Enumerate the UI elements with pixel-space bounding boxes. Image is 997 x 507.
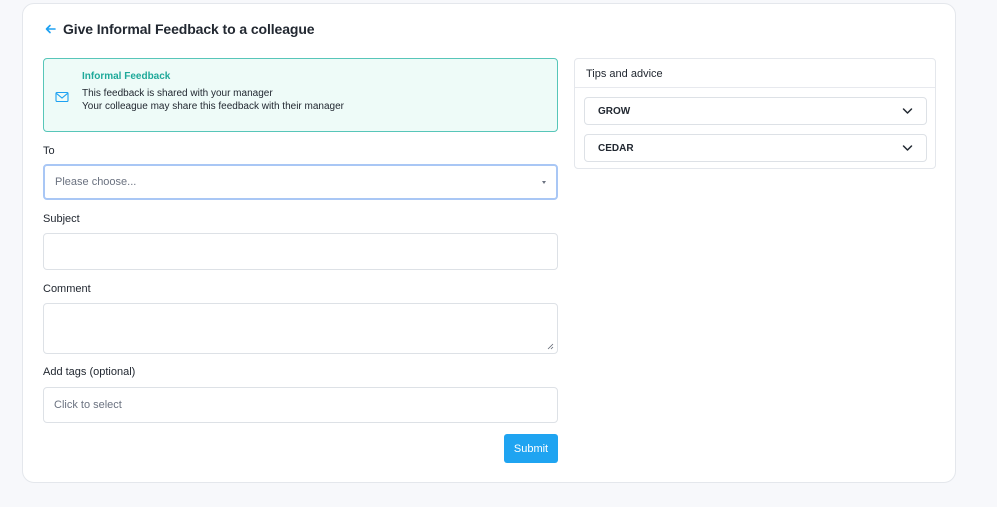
- subject-label: Subject: [43, 213, 80, 225]
- to-label: To: [43, 145, 55, 157]
- page-header: Give Informal Feedback to a colleague: [43, 21, 315, 37]
- notice-text: Informal Feedback This feedback is share…: [82, 70, 344, 113]
- recipient-select[interactable]: Please choose...: [43, 164, 558, 200]
- notice-line-manager: This feedback is shared with your manage…: [82, 88, 273, 99]
- grow-accordion[interactable]: GROW: [584, 97, 927, 125]
- caret-down-icon: [542, 180, 546, 184]
- cedar-label: CEDAR: [598, 142, 634, 154]
- tips-panel: Tips and advice GROW CEDAR: [574, 58, 936, 169]
- tips-divider: [575, 87, 935, 88]
- chevron-down-icon: [902, 108, 913, 114]
- comment-label: Comment: [43, 283, 91, 295]
- mail-icon: [55, 90, 69, 103]
- notice-line-colleague: Your colleague may share this feedback w…: [82, 101, 345, 112]
- notice-title: Informal Feedback: [82, 71, 171, 82]
- recipient-placeholder: Please choose...: [55, 176, 137, 188]
- feedback-card: Give Informal Feedback to a colleague In…: [22, 3, 956, 483]
- submit-button[interactable]: Submit: [504, 434, 558, 463]
- grow-label: GROW: [598, 105, 631, 117]
- page-title: Give Informal Feedback to a colleague: [63, 21, 315, 37]
- back-arrow-icon[interactable]: [43, 22, 57, 36]
- subject-input[interactable]: [43, 233, 558, 270]
- cedar-accordion[interactable]: CEDAR: [584, 134, 927, 162]
- resize-handle-icon[interactable]: [547, 343, 554, 350]
- tips-title: Tips and advice: [586, 68, 663, 80]
- chevron-down-icon: [902, 145, 913, 151]
- comment-textarea[interactable]: [43, 303, 558, 354]
- tags-label: Add tags (optional): [43, 366, 136, 378]
- tags-placeholder: Click to select: [54, 399, 122, 411]
- tags-select[interactable]: Click to select: [43, 387, 558, 423]
- informal-feedback-notice: Informal Feedback This feedback is share…: [43, 58, 558, 132]
